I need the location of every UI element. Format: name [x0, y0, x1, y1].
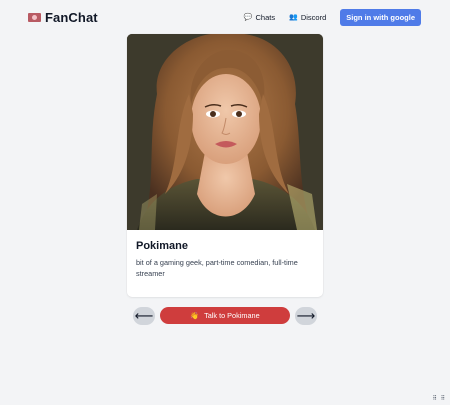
character-card: Pokimane bit of a gaming geek, part-time…	[127, 34, 323, 297]
brand[interactable]: FanChat	[28, 10, 98, 25]
portrait-illustration	[127, 34, 323, 230]
nav-chats-label: Chats	[255, 12, 276, 22]
waving-hand-icon: 👋	[190, 312, 200, 320]
top-bar: FanChat 💬 Chats 👥 Discord Sign in with g…	[0, 0, 450, 34]
nav-discord-label: Discord	[300, 12, 327, 22]
speech-bubble-icon: 💬	[243, 14, 253, 21]
main-nav: 💬 Chats 👥 Discord Sign in with google	[244, 8, 421, 26]
nav-discord-link[interactable]: 👥 Discord	[289, 13, 326, 22]
nav-chats-link[interactable]: 💬 Chats	[244, 13, 275, 22]
character-portrait	[127, 34, 323, 230]
character-description: bit of a gaming geek, part-time comedian…	[136, 258, 298, 278]
page: FanChat 💬 Chats 👥 Discord Sign in with g…	[0, 0, 450, 405]
brand-name: FanChat	[45, 9, 98, 25]
card-controls: ⟵ 👋 Talk to Pokimane ⟶	[0, 306, 450, 326]
heart-envelope-icon	[28, 12, 41, 22]
sign-in-google-button[interactable]: Sign in with google	[340, 8, 421, 26]
right-arrow-icon: ⟶	[296, 308, 316, 323]
corner-dots-icon: ⠿ ⠿	[432, 396, 446, 402]
talk-to-character-button[interactable]: 👋 Talk to Pokimane	[160, 307, 290, 324]
card-body: Pokimane bit of a gaming geek, part-time…	[127, 230, 323, 289]
character-name: Pokimane	[136, 240, 188, 252]
next-button[interactable]: ⟶	[295, 307, 317, 325]
people-icon: 👥	[289, 14, 298, 21]
previous-button[interactable]: ⟵	[133, 307, 155, 325]
talk-button-label: Talk to Pokimane	[204, 311, 260, 320]
left-arrow-icon: ⟵	[134, 308, 154, 323]
